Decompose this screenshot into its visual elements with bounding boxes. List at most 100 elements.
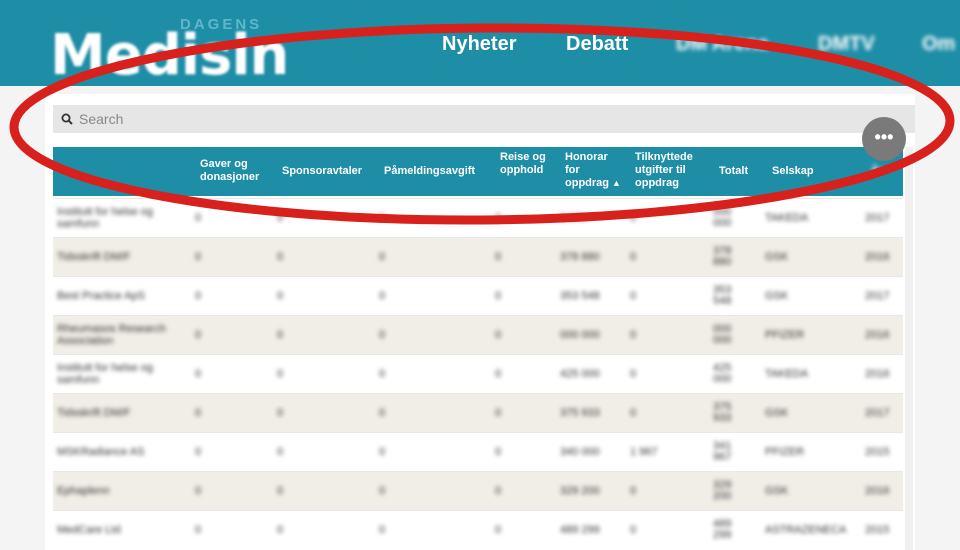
table-cell: 0 bbox=[379, 407, 386, 419]
table-cell: 0 bbox=[277, 251, 284, 263]
table-row[interactable]: Institutt for helse og samfunn 0 0 0 0 0… bbox=[53, 198, 903, 237]
table-cell: 0 bbox=[630, 251, 637, 263]
table-cell: 0 bbox=[495, 368, 502, 380]
table-cell: 0 bbox=[630, 290, 637, 302]
table-cell: 375 933 bbox=[560, 407, 600, 419]
table-cell: 2017 bbox=[865, 290, 890, 302]
table-cell: 0 bbox=[495, 446, 502, 458]
table-cell: ASTRAZENECA bbox=[765, 524, 847, 536]
table-cell: 340 000 bbox=[560, 446, 600, 458]
table-cell-name: Tidsskrift DM/F bbox=[57, 407, 131, 419]
table-cell: 2016 bbox=[865, 329, 890, 341]
table-cell: 2015 bbox=[865, 446, 890, 458]
table-cell: 0 bbox=[630, 212, 637, 224]
table-cell-name: Tidsskrift DM/F bbox=[57, 251, 131, 263]
table-row[interactable]: MedCare Ltd 0 0 0 0 489 299 0 489 299 AS… bbox=[53, 510, 903, 549]
column-header-pameldingsavgift[interactable]: Påmeldingsavgift bbox=[384, 165, 484, 178]
table-body: Institutt for helse og samfunn 0 0 0 0 0… bbox=[53, 198, 903, 549]
table-cell-name: Institutt for helse og samfunn bbox=[57, 362, 153, 386]
column-header-selskap[interactable]: Selskap bbox=[772, 165, 832, 178]
column-header-totalt[interactable]: Totalt bbox=[719, 165, 759, 178]
table-cell: 0 bbox=[195, 446, 202, 458]
table-cell: 000 000 bbox=[560, 329, 600, 341]
table-row[interactable]: Tidsskrift DM/F 0 0 0 0 375 933 0 375 93… bbox=[53, 393, 903, 432]
table-row[interactable]: Rheumasos Research Association 0 0 0 0 0… bbox=[53, 315, 903, 354]
table-cell-name: MSKRadiance AS bbox=[57, 446, 145, 458]
table-cell: 0 bbox=[495, 407, 502, 419]
table-cell: 489 299 bbox=[713, 518, 732, 541]
table-cell-name: Rheumasos Research Association bbox=[57, 323, 166, 347]
table-cell: GSK bbox=[765, 407, 789, 419]
table-cell: 1 967 bbox=[630, 446, 658, 458]
table-header: Gaver og donasjoner Sponsoravtaler Påmel… bbox=[53, 147, 903, 196]
table-cell: 0 bbox=[277, 368, 284, 380]
table-cell: 0 bbox=[379, 290, 386, 302]
table-scrollbar[interactable] bbox=[905, 147, 913, 550]
table-cell: 0 bbox=[379, 485, 386, 497]
table-row[interactable]: Tidsskrift DM/F 0 0 0 0 378 880 0 378 88… bbox=[53, 237, 903, 276]
table-row[interactable]: Best Practice ApS 0 0 0 0 353 548 0 353 … bbox=[53, 276, 903, 315]
table-cell: PFIZER bbox=[765, 446, 805, 458]
table-cell: 489 299 bbox=[560, 524, 600, 536]
table-cell: 0 bbox=[195, 524, 202, 536]
nav-item-dmtv[interactable]: DMTV bbox=[818, 33, 875, 56]
table-cell: 2017 bbox=[865, 407, 890, 419]
table-cell: 425 000 bbox=[713, 362, 732, 385]
table-cell: 0 bbox=[379, 329, 386, 341]
table-cell: 0 bbox=[379, 251, 386, 263]
table-cell: 0 bbox=[495, 485, 502, 497]
table-cell: 425 000 bbox=[560, 368, 600, 380]
table-cell: 0 bbox=[195, 368, 202, 380]
site-header: DAGENS Medisin Nyheter Debatt DM Arena D… bbox=[0, 0, 960, 86]
table-cell: 0 bbox=[379, 524, 386, 536]
table-cell: 0 bbox=[277, 290, 284, 302]
table-cell: 375 933 bbox=[713, 401, 732, 424]
table-cell: 0 bbox=[495, 329, 502, 341]
table-cell: 0 bbox=[379, 212, 386, 224]
nav-item-om[interactable]: Om bbox=[922, 33, 955, 56]
table-cell: 0 bbox=[495, 212, 502, 224]
table-cell: 0 bbox=[379, 446, 386, 458]
table-cell: 000 000 bbox=[713, 206, 732, 229]
table-cell: 0 bbox=[195, 485, 202, 497]
nav-item-debatt[interactable]: Debatt bbox=[566, 33, 628, 56]
table-cell: 0 bbox=[277, 524, 284, 536]
table-cell: 0 bbox=[195, 290, 202, 302]
table-cell: GSK bbox=[765, 485, 789, 497]
table-cell: 2016 bbox=[865, 368, 890, 380]
table-cell: 353 548 bbox=[560, 290, 600, 302]
table-cell: 0 bbox=[195, 251, 202, 263]
search-bar[interactable]: Search bbox=[53, 105, 915, 133]
table-cell-name: Ephaplenn bbox=[57, 485, 110, 497]
table-cell: 0 bbox=[630, 524, 637, 536]
nav-item-dm-arena[interactable]: DM Arena bbox=[676, 33, 769, 56]
column-header-honorar[interactable]: Honorar for oppdrag ▲ bbox=[565, 151, 621, 190]
column-header-honorar-label: Honorar for oppdrag bbox=[565, 151, 609, 189]
column-header-tilknyttede[interactable]: Tilknyttede utgifter til oppdrag bbox=[635, 151, 703, 190]
table-cell: TAKEDA bbox=[765, 368, 809, 380]
table-cell: 0 bbox=[277, 446, 284, 458]
table-cell: 0 bbox=[277, 407, 284, 419]
table-cell-name: Best Practice ApS bbox=[57, 290, 146, 302]
table-row[interactable]: Ephaplenn 0 0 0 0 329 200 0 329 200 GSK … bbox=[53, 471, 903, 510]
table-row[interactable]: Institutt for helse og samfunn 0 0 0 0 4… bbox=[53, 354, 903, 393]
table-cell-name: Institutt for helse og samfunn bbox=[57, 206, 153, 230]
more-options-button[interactable]: ••• bbox=[862, 117, 906, 161]
column-header-reise[interactable]: Reise og opphold bbox=[500, 151, 550, 177]
search-input[interactable]: Search bbox=[79, 111, 123, 127]
table-cell: 0 bbox=[195, 212, 202, 224]
table-cell: PFIZER bbox=[765, 329, 805, 341]
table-cell: 341 967 bbox=[713, 440, 732, 463]
table-row[interactable]: MSKRadiance AS 0 0 0 0 340 000 1 967 341… bbox=[53, 432, 903, 471]
table-cell: 0 bbox=[277, 329, 284, 341]
table-cell: 0 bbox=[495, 251, 502, 263]
table-cell: 0 bbox=[630, 407, 637, 419]
column-header-sponsoravtaler[interactable]: Sponsoravtaler bbox=[282, 165, 372, 178]
column-header-ar[interactable]: År bbox=[871, 165, 901, 178]
table-cell: TAKEDA bbox=[765, 212, 809, 224]
table-cell: 0 bbox=[277, 485, 284, 497]
table-cell: GSK bbox=[765, 290, 789, 302]
column-header-gaver[interactable]: Gaver og donasjoner bbox=[200, 158, 270, 184]
nav-item-nyheter[interactable]: Nyheter bbox=[442, 33, 516, 56]
table-cell: 0 bbox=[195, 329, 202, 341]
